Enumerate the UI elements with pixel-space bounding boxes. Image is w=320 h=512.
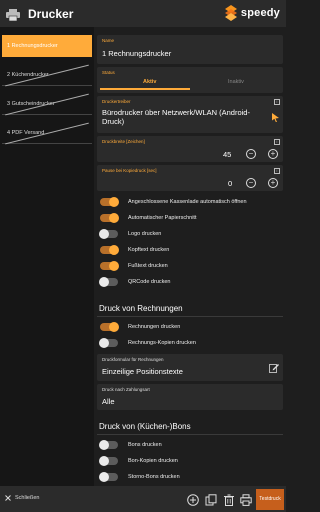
info-icon[interactable]: i: [274, 99, 280, 105]
toggle-row[interactable]: Rechnungs-Kopien drucken: [99, 335, 286, 351]
toggle-switch[interactable]: [100, 261, 119, 271]
close-icon: [5, 495, 11, 501]
speedy-logo-icon: [224, 5, 237, 21]
toggle-row[interactable]: Bons drucken: [99, 437, 286, 453]
toggle-switch[interactable]: [99, 440, 118, 450]
driver-label: Druckertreiber: [102, 99, 131, 104]
copy-pause-value[interactable]: 0: [228, 179, 232, 188]
print-width-value[interactable]: 45: [223, 150, 231, 159]
toggle-label: QRCode drucken: [128, 279, 171, 285]
copy-icon[interactable]: [205, 494, 217, 506]
toggle-row[interactable]: Rechnungen drucken: [100, 319, 286, 335]
toggle-row[interactable]: Storno-Bons drucken: [99, 469, 286, 485]
toggle-row[interactable]: Angeschlossene Kassenlade automatisch öf…: [100, 194, 286, 210]
printer-toggle-group: Angeschlossene Kassenlade automatisch öf…: [94, 194, 286, 290]
toggle-label: Angeschlossene Kassenlade automatisch öf…: [128, 199, 247, 205]
invoice-format-value[interactable]: Einzeilige Positionstexte: [102, 367, 183, 376]
driver-field[interactable]: Druckertreiber i Bürodrucker über Netzwe…: [97, 96, 283, 133]
toggle-switch[interactable]: [99, 229, 118, 239]
print-icon[interactable]: [240, 494, 252, 506]
toggle-label: Logo drucken: [128, 231, 162, 237]
copy-pause-field: Pause bei Kopiedruck [sec] i 0 − +: [97, 165, 283, 191]
toggle-switch[interactable]: [99, 456, 118, 466]
toggle-row[interactable]: QRCode drucken: [99, 274, 286, 290]
copy-pause-label: Pause bei Kopiedruck [sec]: [102, 168, 157, 173]
sidebar-item-gutscheindrucker[interactable]: 3 Gutscheindrucker: [2, 93, 92, 115]
toggle-switch[interactable]: [100, 245, 119, 255]
brand-logo: speedy: [224, 5, 280, 21]
edit-icon[interactable]: [269, 363, 279, 373]
status-label: Status: [102, 70, 115, 75]
test-print-button[interactable]: Testdruck: [256, 489, 284, 510]
close-label: Schließen: [15, 495, 40, 501]
toggle-label: Fußtext drucken: [128, 263, 168, 269]
toggle-switch[interactable]: [99, 338, 118, 348]
toggle-label: Rechnungen drucken: [128, 324, 181, 330]
status-field: Status Aktiv Inaktiv: [97, 67, 283, 93]
toggle-label: Automatischer Papierschnitt: [128, 215, 197, 221]
app-header: Drucker speedy: [0, 0, 286, 27]
toggle-switch[interactable]: [100, 213, 119, 223]
payment-print-field[interactable]: Druck nach Zahlungsart Alle: [97, 384, 283, 410]
toggle-row[interactable]: Fußtext drucken: [100, 258, 286, 274]
close-button[interactable]: Schließen: [5, 495, 39, 501]
add-icon[interactable]: [187, 494, 199, 506]
increment-button[interactable]: +: [268, 149, 278, 159]
toggle-row[interactable]: Bon-Kopien drucken: [99, 453, 286, 469]
pointer-icon: [272, 113, 279, 122]
brand-name: speedy: [240, 7, 280, 19]
toggle-label: Rechnungs-Kopien drucken: [128, 340, 196, 346]
info-icon[interactable]: i: [274, 168, 280, 174]
payment-print-value[interactable]: Alle: [102, 397, 115, 406]
printer-icon: [6, 8, 20, 21]
toggle-switch[interactable]: [100, 322, 119, 332]
decrement-button[interactable]: −: [246, 149, 256, 159]
delete-icon[interactable]: [223, 494, 235, 506]
name-label: Name: [102, 38, 115, 43]
toggle-label: Bon-Kopien drucken: [128, 458, 178, 464]
toggle-label: Storno-Bons drucken: [128, 474, 180, 480]
toggle-label: Kopftext drucken: [128, 247, 170, 253]
print-width-label: Druckbreite [Zeichen]: [102, 139, 145, 144]
footer-toolbar: Schließen Testdruck: [0, 486, 286, 512]
toggle-row[interactable]: Kopftext drucken: [100, 242, 286, 258]
toggle-switch[interactable]: [100, 197, 119, 207]
toggle-row[interactable]: Automatischer Papierschnitt: [100, 210, 286, 226]
sidebar-item-pdf-versand[interactable]: 4 PDF Versand: [2, 122, 92, 144]
toggle-label: Bons drucken: [128, 442, 162, 448]
sidebar-item-rechnungsdrucker[interactable]: 1 Rechnungsdrucker: [2, 35, 92, 57]
status-active-option[interactable]: Aktiv: [143, 79, 156, 85]
printer-settings-form: Name 1 Rechnungsdrucker Status Aktiv Ina…: [94, 27, 286, 486]
bons-section-title: Druck von (Küchen-)Bons: [99, 422, 191, 431]
invoice-format-field[interactable]: Druckformular für Rechnungen Einzeilige …: [97, 354, 283, 381]
driver-value[interactable]: Bürodrucker über Netzwerk/WLAN (Android-…: [102, 108, 252, 126]
toggle-switch[interactable]: [99, 277, 118, 287]
decrement-button[interactable]: −: [246, 178, 256, 188]
increment-button[interactable]: +: [268, 178, 278, 188]
info-icon[interactable]: i: [274, 139, 280, 145]
name-value[interactable]: 1 Rechnungsdrucker: [102, 49, 171, 58]
toggle-row[interactable]: Logo drucken: [99, 226, 286, 242]
sidebar-item-kuechendrucker[interactable]: 2 Küchendrucker: [2, 64, 92, 86]
invoice-section-title: Druck von Rechnungen: [99, 304, 183, 313]
printer-list: 1 Rechnungsdrucker 2 Küchendrucker 3 Gut…: [0, 27, 94, 486]
toggle-switch[interactable]: [99, 472, 118, 482]
page-title: Drucker: [28, 6, 74, 21]
print-width-field: Druckbreite [Zeichen] i 45 − +: [97, 136, 283, 162]
invoice-format-label: Druckformular für Rechnungen: [102, 357, 164, 362]
status-inactive-option[interactable]: Inaktiv: [228, 79, 244, 85]
status-active-indicator: [100, 88, 190, 90]
name-field[interactable]: Name 1 Rechnungsdrucker: [97, 35, 283, 64]
payment-print-label: Druck nach Zahlungsart: [102, 387, 150, 392]
